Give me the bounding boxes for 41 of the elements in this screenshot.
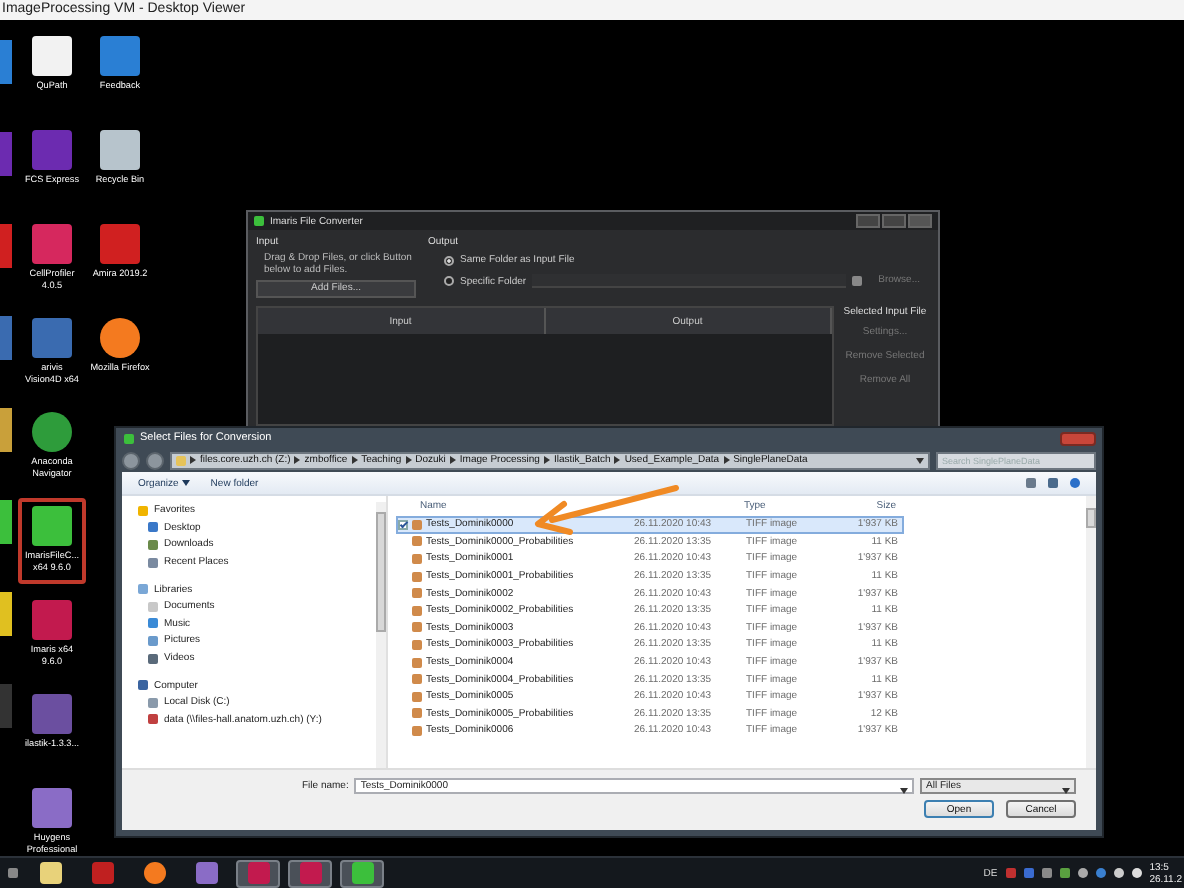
chevron-icon — [405, 456, 412, 464]
chevron-icon — [294, 456, 301, 464]
radio-button[interactable] — [444, 276, 454, 286]
caret-icon — [182, 480, 191, 486]
forward-button[interactable] — [146, 451, 164, 469]
close-button[interactable] — [1060, 431, 1096, 445]
chevron-icon — [543, 456, 550, 464]
app-icon — [124, 433, 134, 443]
maximize-button[interactable] — [882, 214, 906, 228]
back-button[interactable] — [122, 451, 140, 469]
caret-icon — [900, 788, 908, 794]
app-icon — [100, 224, 140, 264]
checkbox[interactable] — [398, 519, 408, 530]
chevron-icon — [449, 456, 456, 464]
app-icon — [32, 788, 72, 828]
browser-icon — [100, 318, 140, 358]
radio-button[interactable] — [444, 255, 454, 265]
recycle-bin-icon — [100, 130, 140, 170]
caret-icon — [1062, 788, 1070, 794]
chevron-icon — [351, 456, 358, 464]
folder-icon — [176, 455, 186, 465]
app-icon — [32, 412, 72, 452]
app-icon — [32, 506, 72, 546]
minimize-button[interactable] — [856, 214, 880, 228]
view-icon[interactable] — [1026, 478, 1036, 488]
app-icon — [32, 600, 72, 640]
app-icon — [32, 130, 72, 170]
preview-pane-icon[interactable] — [1048, 478, 1058, 488]
app-icon — [32, 224, 72, 264]
app-icon — [32, 318, 72, 358]
taskbar-button[interactable] — [340, 859, 384, 887]
folder-path-field[interactable] — [532, 274, 847, 288]
chevron-icon — [614, 456, 621, 464]
app-icon — [32, 694, 72, 734]
caret-icon — [916, 457, 924, 463]
document-icon — [32, 36, 72, 76]
chevron-icon — [723, 456, 730, 464]
chevron-icon — [190, 456, 196, 464]
help-icon[interactable] — [1070, 478, 1080, 488]
question-mark-icon — [100, 36, 140, 76]
app-icon — [254, 216, 264, 226]
